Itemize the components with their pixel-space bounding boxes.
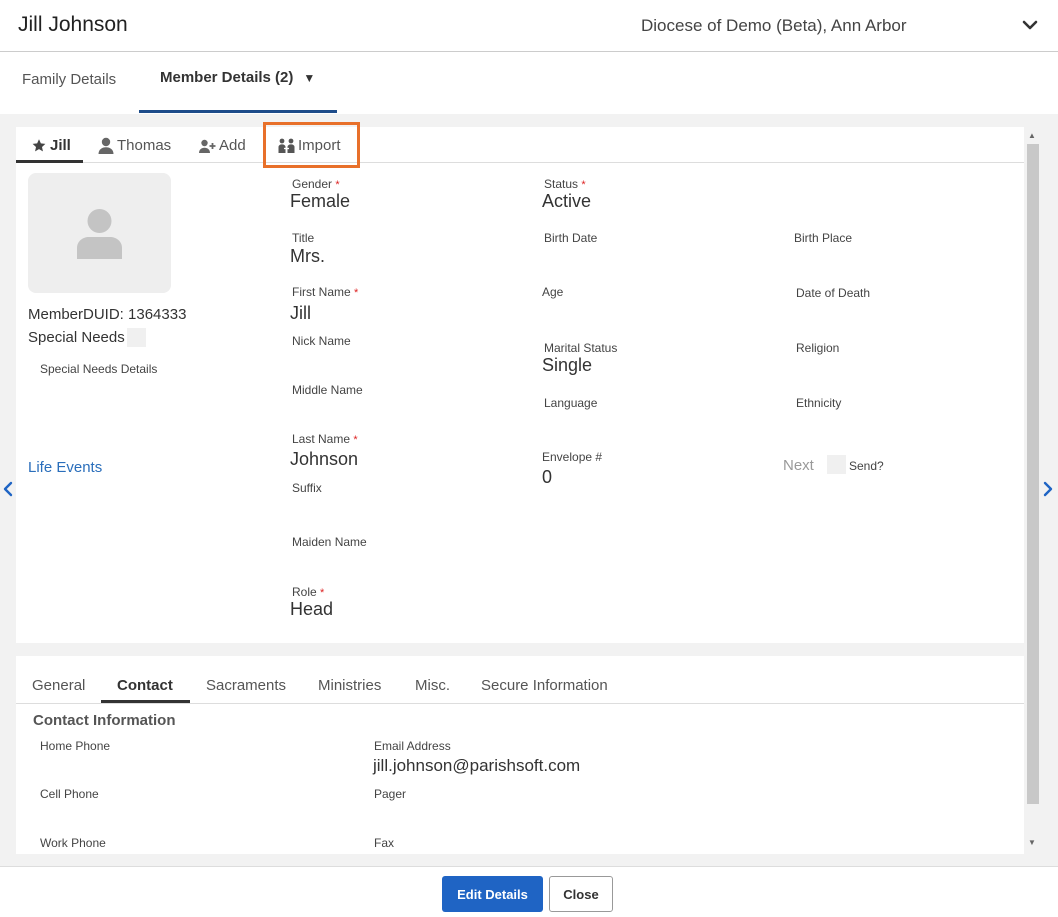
- birth-place-label: Birth Place: [794, 231, 853, 245]
- special-needs-checkbox[interactable]: [127, 328, 146, 347]
- scroll-up-icon[interactable]: ▲: [1028, 131, 1036, 140]
- caret-down-icon: ▼: [303, 71, 316, 85]
- member-tab-thomas[interactable]: Thomas: [98, 137, 171, 154]
- first-name-value: Jill: [290, 303, 311, 323]
- gender-value: Female: [290, 191, 351, 211]
- scrollbar-thumb[interactable]: [1027, 144, 1039, 804]
- email-value: jill.johnson@parishsoft.com: [373, 756, 581, 775]
- title-value: Mrs.: [290, 246, 325, 266]
- avatar[interactable]: [28, 173, 171, 293]
- maiden-name-label: Maiden Name: [292, 535, 367, 549]
- age-label: Age: [542, 285, 564, 299]
- member-tab-jill[interactable]: Jill: [31, 137, 71, 154]
- contact-section-title: Contact Information: [33, 712, 176, 729]
- detail-tab-indicator: [101, 700, 190, 703]
- nick-name-label: Nick Name: [292, 334, 351, 348]
- add-member-tab[interactable]: Add: [199, 137, 246, 154]
- tab-family-details-label: Family Details: [22, 71, 117, 88]
- envelope-value: 0: [542, 467, 553, 487]
- marital-status-label: Marital Status: [544, 341, 618, 355]
- work-phone-label: Work Phone: [40, 836, 106, 850]
- cell-phone-label: Cell Phone: [40, 787, 99, 801]
- religion-label: Religion: [796, 341, 840, 355]
- member-tab-jill-label: Jill: [50, 137, 71, 154]
- next-envelope-button[interactable]: Next: [783, 457, 814, 474]
- role-value: Head: [290, 599, 334, 619]
- send-checkbox[interactable]: [827, 455, 846, 474]
- title-label: Title: [292, 231, 315, 245]
- tab-sacraments[interactable]: Sacraments: [206, 677, 286, 694]
- marital-status-value: Single: [542, 355, 593, 375]
- special-needs-details-label: Special Needs Details: [40, 362, 158, 376]
- add-member-label: Add: [219, 137, 246, 154]
- highlight-box: [263, 122, 360, 168]
- previous-member-arrow-icon[interactable]: [3, 481, 13, 497]
- member-tabs: Jill Thomas Add Import: [16, 127, 1024, 163]
- chevron-down-icon[interactable]: [1019, 16, 1041, 36]
- tab-general[interactable]: General: [32, 677, 85, 694]
- person-placeholder-icon: [77, 209, 122, 259]
- scroll-down-icon[interactable]: ▼: [1028, 838, 1036, 847]
- tab-contact[interactable]: Contact: [117, 677, 173, 694]
- home-phone-label: Home Phone: [40, 739, 111, 753]
- star-icon: [32, 139, 46, 152]
- email-label: Email Address: [374, 739, 451, 753]
- edit-details-button[interactable]: Edit Details: [442, 876, 543, 912]
- member-tab-thomas-label: Thomas: [117, 137, 172, 154]
- person-icon: [98, 137, 114, 154]
- tab-secure-information[interactable]: Secure Information: [481, 677, 608, 694]
- tab-ministries[interactable]: Ministries: [318, 677, 381, 694]
- modal-header: Jill Johnson Diocese of Demo (Beta), Ann…: [0, 0, 1058, 52]
- birth-date-label: Birth Date: [544, 231, 598, 245]
- fax-label: Fax: [374, 836, 395, 850]
- next-member-arrow-icon[interactable]: [1043, 481, 1053, 497]
- last-name-value: Johnson: [290, 449, 359, 469]
- tab-misc[interactable]: Misc.: [415, 677, 450, 694]
- status-label: Status *: [544, 177, 586, 191]
- date-of-death-label: Date of Death: [796, 286, 871, 300]
- send-label: Send?: [849, 459, 884, 473]
- gender-label: Gender *: [292, 177, 340, 191]
- special-needs-label: Special Needs: [28, 329, 125, 346]
- tab-member-details[interactable]: Member Details (2) ▼: [160, 69, 315, 86]
- member-tab-indicator: [16, 160, 83, 163]
- active-tab-indicator: [139, 110, 337, 113]
- suffix-label: Suffix: [292, 481, 322, 495]
- middle-name-label: Middle Name: [292, 383, 363, 397]
- add-person-icon: [199, 139, 216, 153]
- role-label: Role *: [292, 585, 325, 599]
- first-name-label: First Name *: [292, 285, 359, 299]
- tab-family-details[interactable]: Family Details: [22, 71, 116, 88]
- organization-name: Diocese of Demo (Beta), Ann Arbor: [641, 16, 907, 35]
- pager-label: Pager: [374, 787, 407, 801]
- status-value: Active: [542, 191, 592, 211]
- tab-member-details-label: Member Details (2): [160, 69, 294, 86]
- page-title: Jill Johnson: [18, 13, 128, 36]
- life-events-link[interactable]: Life Events: [28, 459, 102, 476]
- language-label: Language: [544, 396, 598, 410]
- member-duid: MemberDUID: 1364333: [28, 306, 187, 323]
- close-button[interactable]: Close: [549, 876, 613, 912]
- last-name-label: Last Name *: [292, 432, 358, 446]
- ethnicity-label: Ethnicity: [796, 396, 842, 410]
- envelope-label: Envelope #: [542, 450, 603, 464]
- top-tabs: Family Details Member Details (2) ▼: [0, 52, 1058, 114]
